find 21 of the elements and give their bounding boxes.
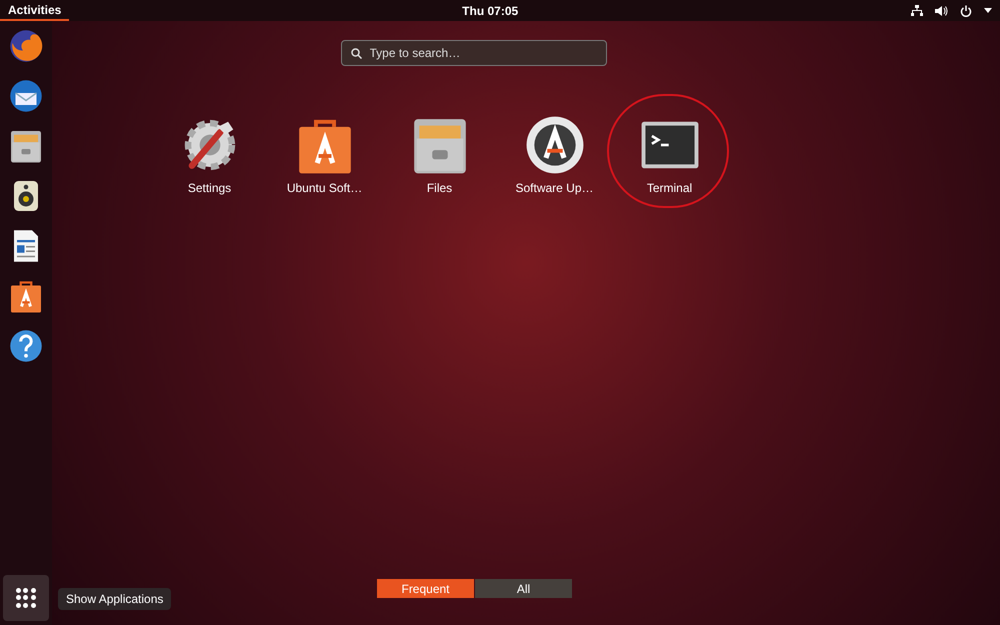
search-field[interactable]: Type to search…: [340, 40, 606, 66]
network-icon[interactable]: [911, 4, 923, 16]
help-icon: [8, 328, 44, 364]
volume-icon[interactable]: [935, 4, 948, 16]
view-tab[interactable]: Frequent: [377, 579, 474, 598]
app-label[interactable]: Terminal: [646, 179, 692, 197]
tooltip: Show Applications: [58, 588, 172, 610]
caret-icon[interactable]: [984, 8, 992, 13]
show-applications-button[interactable]: [3, 575, 49, 621]
browser-globe-icon: [8, 28, 44, 64]
app-label[interactable]: Software Up…: [515, 179, 594, 197]
power-icon[interactable]: [960, 4, 972, 16]
mail-bird-icon: [8, 78, 44, 114]
app-label[interactable]: Ubuntu Soft…: [286, 179, 362, 197]
view-tab[interactable]: All: [475, 579, 572, 598]
search-icon: [350, 48, 362, 59]
file-cabinet-icon: [8, 128, 44, 164]
app-label[interactable]: Files: [426, 179, 452, 197]
update-icon: [524, 114, 586, 176]
clock[interactable]: Thu 07:05: [462, 2, 518, 20]
app-label[interactable]: Settings: [188, 179, 232, 197]
